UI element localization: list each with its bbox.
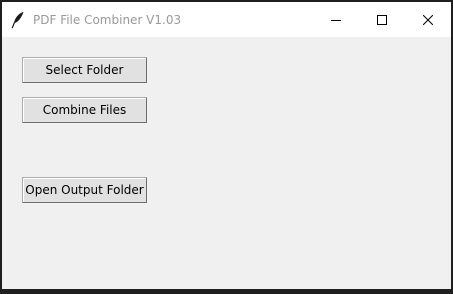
maximize-icon <box>377 10 387 29</box>
minimize-button[interactable] <box>313 2 359 37</box>
open-output-folder-button[interactable]: Open Output Folder <box>22 177 147 203</box>
feather-icon <box>11 11 25 29</box>
close-button[interactable] <box>405 2 451 37</box>
close-icon <box>422 10 434 29</box>
app-window: PDF File Combiner V1.03 Select Folder Co… <box>2 2 451 289</box>
title-bar[interactable]: PDF File Combiner V1.03 <box>2 2 451 37</box>
maximize-button[interactable] <box>359 2 405 37</box>
combine-files-button[interactable]: Combine Files <box>22 97 147 123</box>
window-title: PDF File Combiner V1.03 <box>33 13 182 27</box>
minimize-icon <box>331 10 341 29</box>
select-folder-button[interactable]: Select Folder <box>22 57 147 83</box>
client-area: Select Folder Combine Files Open Output … <box>2 37 451 289</box>
